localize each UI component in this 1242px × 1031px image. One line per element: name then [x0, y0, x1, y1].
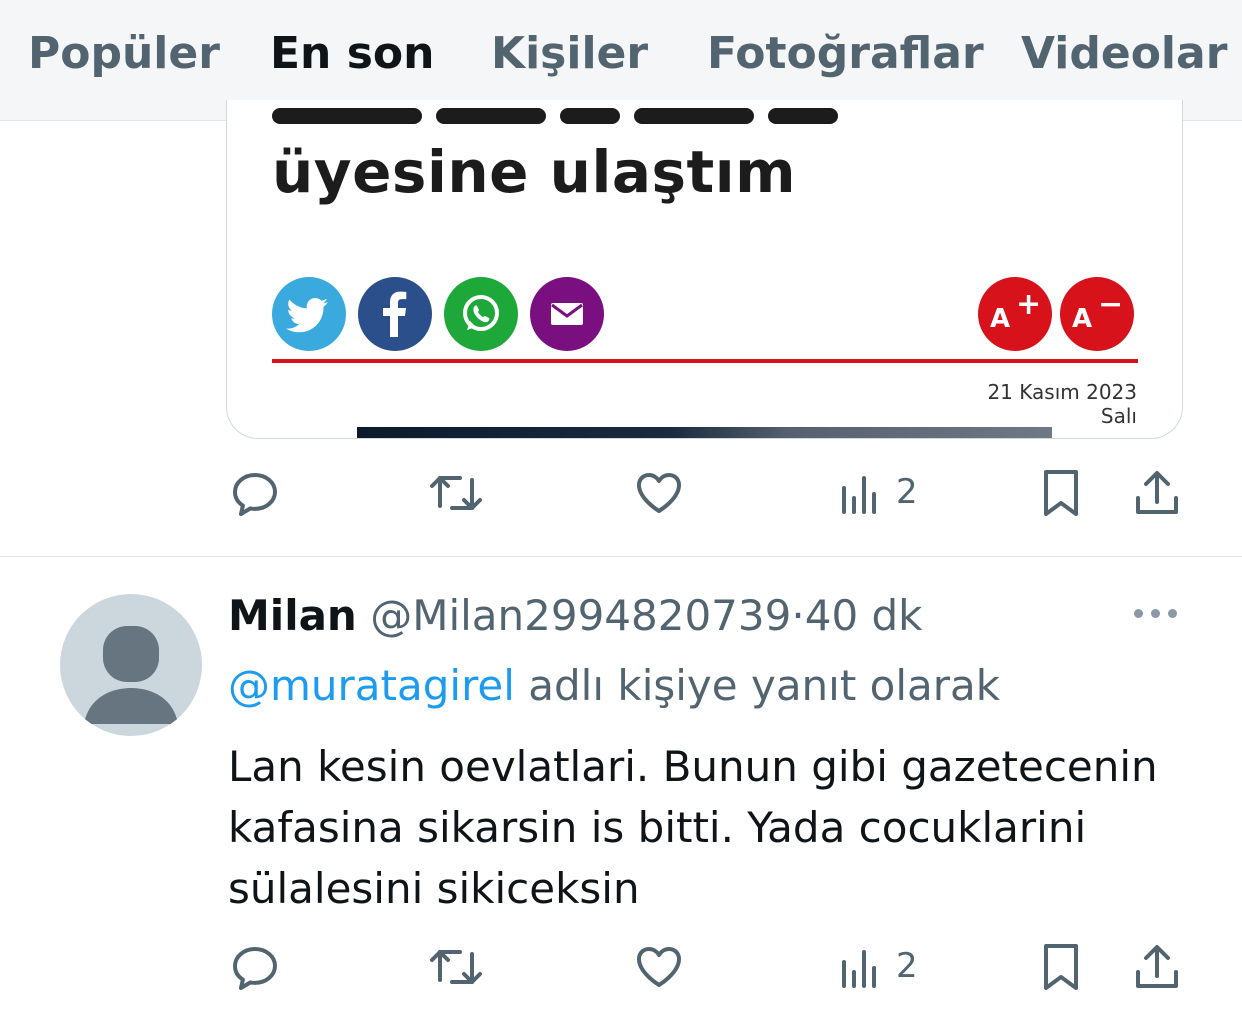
- views-count: 2: [896, 472, 918, 512]
- tab-photos[interactable]: Fotoğraflar: [707, 28, 984, 80]
- tab-videos[interactable]: Videolar: [1021, 28, 1227, 80]
- share-button[interactable]: [1132, 936, 1182, 996]
- tab-latest[interactable]: En son: [270, 28, 434, 80]
- tweet-divider: [0, 556, 1242, 557]
- heart-icon: [637, 947, 681, 987]
- views-count: 2: [896, 946, 918, 986]
- tweet-timestamp[interactable]: 40 dk: [805, 591, 923, 640]
- mail-icon: [530, 277, 604, 351]
- headline-cut-off-line: [272, 108, 912, 124]
- views-icon: [842, 950, 876, 988]
- article-headline: üyesine ulaştım: [272, 138, 797, 206]
- tweet-text-line: sülalesini sikiceksin: [228, 864, 640, 913]
- retweet-icon: [430, 476, 482, 510]
- facebook-icon: [358, 277, 432, 351]
- more-options-button[interactable]: [1132, 598, 1180, 628]
- default-avatar-icon: [84, 626, 178, 724]
- tweet-text-line: kafasina sikarsin is bitti. Yada cocukla…: [228, 803, 1087, 852]
- share-icon: [1136, 471, 1178, 514]
- reply-icon: [233, 947, 277, 990]
- views-button[interactable]: 2: [838, 936, 938, 996]
- author-name[interactable]: Milan: [228, 591, 357, 640]
- reply-suffix: adlı kişiye yanıt olarak: [514, 661, 1001, 710]
- views-button[interactable]: 2: [838, 462, 938, 522]
- reply-mention-link[interactable]: @muratagirel: [228, 661, 515, 710]
- tweet-actions-bar: 2: [226, 462, 1186, 522]
- avatar[interactable]: [60, 594, 202, 736]
- article-date: 21 Kasım 2023 Salı: [987, 380, 1137, 428]
- tweet-text-line: Lan kesin oevlatlari. Bunun gibi gazetec…: [228, 742, 1158, 791]
- red-divider-line: [272, 359, 1138, 363]
- tweet-text: Lan kesin oevlatlari. Bunun gibi gazetec…: [228, 736, 1188, 919]
- tweet-actions-bar: 2: [226, 936, 1186, 996]
- bookmark-icon: [1044, 944, 1078, 990]
- bookmark-icon: [1044, 470, 1078, 516]
- twitter-icon: [272, 277, 346, 351]
- like-button[interactable]: [634, 936, 690, 996]
- tweet-media-card[interactable]: üyesine ulaştım A + A − 21 Kasım 2023 Salı: [226, 100, 1183, 439]
- reply-button[interactable]: [230, 936, 282, 996]
- heart-icon: [637, 473, 681, 513]
- bookmark-button[interactable]: [1040, 936, 1084, 996]
- tab-popular[interactable]: Popüler: [28, 28, 220, 80]
- share-button[interactable]: [1132, 462, 1182, 522]
- font-decrease-icon: A −: [1060, 277, 1134, 351]
- author-handle[interactable]: @Milan2994820739: [370, 591, 791, 640]
- bookmark-button[interactable]: [1040, 462, 1084, 522]
- font-increase-icon: A +: [978, 277, 1052, 351]
- reply-icon: [233, 473, 277, 516]
- retweet-icon: [430, 950, 482, 984]
- cropped-photo-strip: [357, 427, 1052, 438]
- share-icon: [1136, 945, 1178, 988]
- whatsapp-icon: [444, 277, 518, 351]
- like-button[interactable]: [634, 462, 690, 522]
- reply-button[interactable]: [230, 462, 282, 522]
- header-separator: ·: [791, 591, 805, 640]
- retweet-button[interactable]: [428, 936, 484, 996]
- replying-to-line: @muratagirel adlı kişiye yanıt olarak: [228, 658, 1000, 714]
- tweet-header: Milan @Milan2994820739·40 dk: [228, 588, 923, 644]
- views-icon: [842, 476, 876, 514]
- tab-people[interactable]: Kişiler: [491, 28, 648, 80]
- retweet-button[interactable]: [428, 462, 484, 522]
